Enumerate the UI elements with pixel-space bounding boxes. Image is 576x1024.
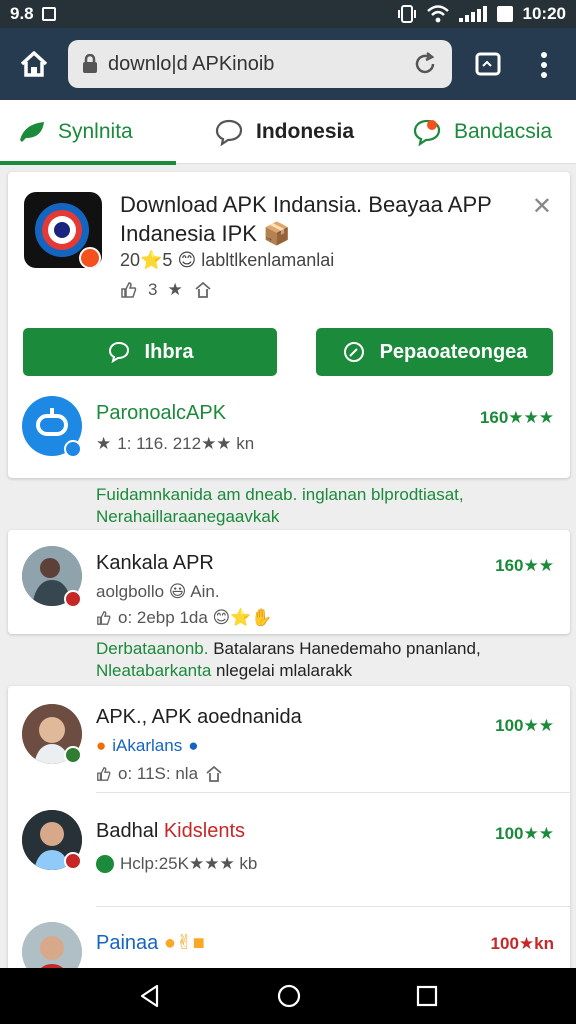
tab-label: Bandacsia [454,120,553,143]
share-icon [206,765,222,782]
divider [96,792,570,793]
thumbs-up-icon [97,767,111,781]
divider [96,906,570,907]
status-bar: 9.8 10:20 [0,0,576,28]
status-left-text: 9.8 [10,4,34,23]
app-stats: o: 11S: nla [96,764,224,784]
info-icon: ● [188,736,199,755]
battery-icon [496,6,513,22]
app-name: APK., APK aoednanida [96,706,302,728]
vibrate-icon [397,5,416,23]
button-label: Pepaoateongea [379,340,528,363]
wifi-icon [426,5,449,23]
thumbs-up-icon [121,282,137,298]
category-tabs: Synlnita Indonesia Bandacsia [0,100,576,165]
app-list-card: APK., APK aoednanida ● iAkarlans ● o: 11… [8,686,570,976]
app-stats: o: 2ebp 1da 😊⭐✋ [96,608,273,628]
share-icon [195,281,211,298]
address-bar[interactable]: downlo|d APKinoib [68,40,452,88]
featured-card: Download APK Indansia. Beayaa APP Indane… [8,172,570,478]
app-sub: aolgbollo 😃 Ain. [96,582,220,601]
overflow-menu-button[interactable] [530,50,558,80]
notification-icon [41,7,56,21]
browser-toolbar: downlo|d APKinoib [0,28,576,100]
verified-badge-icon [64,440,82,458]
home-circle-icon[interactable] [276,983,302,1009]
flame-icon: ● [96,736,107,755]
button-label: Ihbra [144,340,194,363]
back-icon[interactable] [137,983,163,1009]
url-text: downlo|d APKinoib [108,52,275,75]
emoji-icons: ●✌■ [163,932,205,954]
check-icon [96,855,114,873]
alert-badge-icon [64,590,82,608]
app-stats: 3 ★ [120,280,213,300]
app-name: Badhal Kidslents [96,820,245,842]
app-name: Kankala APR [96,552,214,574]
tab-label: Indonesia [256,120,355,143]
list-item[interactable]: ParonoalcAPK ★ 1: 116. 212★★ kn 160★★★ [8,394,570,474]
app-title: Download APK Indansia. Beayaa APP Indane… [120,192,492,246]
list-item[interactable]: APK., APK aoednanida ● iAkarlans ● o: 11… [8,700,570,796]
chat-alert-icon [413,119,441,146]
app-sub: ★ 1: 116. 212★★ kn [96,434,255,453]
app-rating: 160★★ [495,556,554,575]
list-item[interactable]: Badhal Kidslents Hclp:25K★★★ kb 100★★ [8,806,570,902]
thumbs-up-icon [97,611,111,625]
description-text: Derbataanonb. Batalarans Hanedemaho pnan… [96,639,481,680]
tabs-button[interactable] [470,50,506,78]
home-icon [20,51,48,77]
likes-count: 3 [148,280,158,299]
app-rating: 100★★ [495,716,554,735]
signal-icon [458,6,487,22]
app-sub: ● iAkarlans ● [96,736,199,755]
alert-badge-icon [64,852,82,870]
home-button[interactable] [12,42,56,86]
app-sub: Hclp:25K★★★ kb [96,854,257,874]
list-item[interactable]: Kankala APR aolgbollo 😃 Ain. o: 2ebp 1da… [8,540,570,627]
tab-switcher-icon [475,52,501,76]
app-rating: 160★★★ [479,408,554,427]
app-icon[interactable] [24,192,102,268]
app-rating: 100★kn [490,934,554,953]
app-name: Painaa ●✌■ [96,932,205,954]
app-card: Kankala APR aolgbollo 😃 Ain. o: 2ebp 1da… [8,530,570,634]
tab-synlnita[interactable]: Synlnita [0,100,176,165]
description-text: Fuidamnkanida am dneab. inglanan blprodt… [96,485,464,526]
tab-bandacsia[interactable]: Bandacsia [396,100,576,164]
recents-icon[interactable] [415,984,439,1008]
primary-action-button[interactable]: Ihbra [23,328,277,376]
navigation-bar [0,968,576,1024]
tab-indonesia[interactable]: Indonesia [176,100,396,164]
lock-icon [82,53,100,75]
clock: 10:20 [522,4,566,23]
chat-icon [108,341,129,364]
verified-badge-icon [64,746,82,764]
secondary-action-button[interactable]: Pepaoateongea [316,328,553,376]
star-icon: ★ [167,280,183,299]
tool-icon [343,342,364,362]
tab-label: Synlnita [58,120,133,143]
app-meta: 20⭐5 😊 labltlkenlamanlai [120,250,335,270]
app-name: ParonoalcAPK [96,402,227,424]
chat-bubble-icon [215,119,243,146]
reload-icon[interactable] [412,51,438,77]
close-icon[interactable]: ✕ [532,192,552,221]
app-rating: 100★★ [495,824,554,843]
star-icon: ★ [96,434,112,453]
leaf-icon [20,122,44,142]
